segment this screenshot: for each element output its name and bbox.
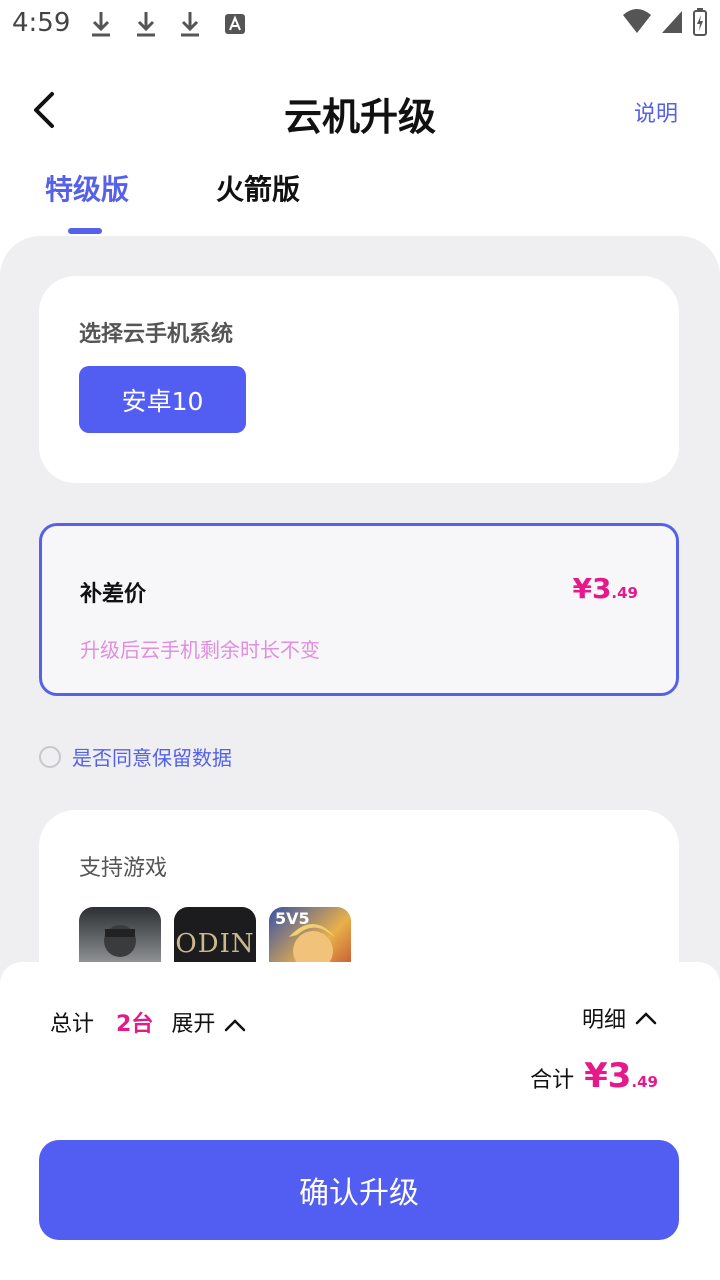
- tab-indicator: [68, 228, 102, 234]
- agree-radio[interactable]: [39, 745, 61, 768]
- total-label: 总计: [50, 1012, 95, 1037]
- tab-rocket[interactable]: 火箭版: [216, 168, 300, 208]
- agree-label: 是否同意保留数据: [72, 746, 232, 770]
- price-amount: ¥3.49: [572, 572, 638, 605]
- signal-icon: [660, 9, 684, 39]
- games-label: 支持游戏: [79, 856, 168, 881]
- summary-left: 总计 2台 展开: [50, 1006, 247, 1038]
- chevron-up-icon: [225, 1019, 246, 1032]
- keyboard-notification-icon: [224, 10, 246, 38]
- system-card: 选择云手机系统 安卓10: [39, 276, 679, 483]
- page-title: 云机升级: [283, 95, 436, 139]
- help-link[interactable]: 说明: [634, 96, 678, 128]
- agree-keep-data[interactable]: 是否同意保留数据: [39, 742, 232, 771]
- sum-amount: ¥3.49: [584, 1056, 658, 1096]
- tab-premium[interactable]: 特级版: [45, 168, 129, 208]
- price-note: 升级后云手机剩余时长不变: [80, 638, 320, 662]
- expand-button[interactable]: 展开: [171, 1006, 247, 1038]
- status-bar: 4:59: [0, 0, 720, 48]
- price-card[interactable]: 补差价 ¥3.49 升级后云手机剩余时长不变: [39, 523, 679, 696]
- sum-label: 合计: [530, 1068, 575, 1093]
- system-card-label: 选择云手机系统: [79, 322, 234, 347]
- price-label: 补差价: [80, 582, 147, 607]
- confirm-upgrade-button[interactable]: 确认升级: [39, 1140, 679, 1240]
- status-time: 4:59: [12, 8, 71, 38]
- device-count: 2台: [116, 1012, 154, 1037]
- system-option-android10[interactable]: 安卓10: [79, 366, 246, 433]
- download-icon: [90, 10, 112, 38]
- download-icon: [179, 10, 201, 38]
- bottom-sheet: 总计 2台 展开 明细 合计 ¥3.49 确认升级: [0, 962, 720, 1280]
- battery-icon: [692, 8, 708, 40]
- download-icon: [135, 10, 157, 38]
- chevron-up-icon: [635, 1012, 657, 1025]
- detail-button[interactable]: 明细: [582, 1002, 658, 1034]
- total-sum: 合计 ¥3.49: [530, 1056, 658, 1096]
- wifi-icon: [622, 9, 652, 39]
